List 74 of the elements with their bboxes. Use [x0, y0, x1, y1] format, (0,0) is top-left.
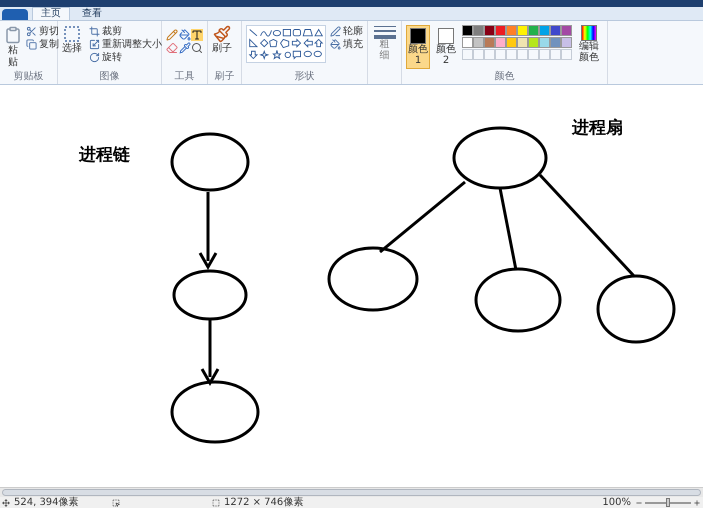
cursor-position: 524, 394像素: [14, 498, 80, 508]
canvas-text: 进程扇: [572, 117, 623, 140]
paint-bucket-icon[interactable]: [178, 29, 191, 41]
scissors-icon: [26, 26, 37, 37]
cut-button[interactable]: 剪切: [26, 25, 59, 38]
crop-button[interactable]: 裁剪: [89, 25, 162, 38]
palette-swatch[interactable]: [506, 37, 518, 48]
paintbrush-icon: [213, 25, 231, 43]
palette-swatch[interactable]: [506, 25, 518, 36]
palette-swatch[interactable]: [528, 25, 540, 36]
color-slot[interactable]: 颜色 2: [434, 25, 458, 69]
copy-button[interactable]: 复制: [26, 38, 59, 51]
pen-icon: [330, 26, 341, 37]
palette-swatch[interactable]: [561, 37, 572, 48]
size-button[interactable]: 粗细: [372, 25, 397, 61]
pipette-icon[interactable]: [178, 42, 191, 54]
select-button[interactable]: 选择: [62, 25, 82, 55]
brushes-button[interactable]: 刷子: [212, 25, 232, 55]
palette-swatch[interactable]: [517, 25, 528, 36]
color-slot[interactable]: 颜色 1: [406, 25, 430, 69]
palette-swatch[interactable]: [484, 37, 496, 48]
group-label: 形状: [294, 71, 316, 84]
resize-icon: [89, 39, 100, 50]
canvas-text: 进程链: [79, 144, 130, 167]
paste-button[interactable]: 粘贴: [4, 25, 22, 69]
palette-swatch[interactable]: [550, 25, 562, 36]
palette-swatch[interactable]: [550, 37, 562, 48]
resize-button[interactable]: 重新调整大小: [89, 38, 162, 51]
palette-swatch[interactable]: [495, 25, 506, 36]
rotate-icon: [89, 52, 100, 63]
rotate-button[interactable]: 旋转: [89, 51, 162, 64]
palette-swatch[interactable]: [462, 25, 473, 36]
canvas-size-icon: [212, 498, 220, 506]
selection-icon: [63, 25, 81, 43]
eraser-icon[interactable]: [166, 42, 178, 54]
outline-button[interactable]: 轮廓: [330, 25, 363, 38]
palette-swatch[interactable]: [484, 25, 496, 36]
cursor-position-icon: [2, 498, 10, 506]
copy-icon: [26, 39, 37, 50]
zoom-in-icon[interactable]: [693, 498, 701, 506]
palette-swatch[interactable]: [517, 37, 528, 48]
canvas-size: 1272 × 746像素: [224, 498, 304, 508]
fill-button[interactable]: 填充: [330, 38, 363, 51]
arrow: [200, 320, 220, 386]
palette-swatch[interactable]: [473, 37, 484, 48]
palette-swatch[interactable]: [561, 25, 572, 36]
palette-swatch[interactable]: [473, 25, 484, 36]
zoom-level: 100%: [602, 498, 631, 508]
ribbon-tab[interactable]: 查看: [74, 7, 110, 20]
horizontal-scrollbar[interactable]: [0, 487, 703, 497]
group-label: 工具: [174, 71, 196, 84]
group-label: 刷子: [214, 71, 236, 84]
crop-icon: [89, 26, 100, 37]
group-label: 图像: [98, 71, 120, 84]
palette-swatch[interactable]: [528, 37, 540, 48]
palette-swatch[interactable]: [462, 37, 473, 48]
shapes-gallery[interactable]: [246, 25, 326, 63]
palette-swatch[interactable]: [539, 25, 550, 36]
text-tool-icon[interactable]: [191, 29, 204, 41]
ribbon-tab[interactable]: 主页: [32, 7, 70, 20]
palette-swatch[interactable]: [495, 37, 506, 48]
magnifier-icon[interactable]: [191, 42, 204, 54]
selection-size-icon: [112, 498, 120, 506]
group-label: 颜色: [494, 71, 516, 84]
edit-colors-button[interactable]: 编辑颜色: [575, 25, 603, 63]
clipboard-icon: [4, 25, 22, 45]
pencil-icon[interactable]: [166, 29, 178, 41]
group-label: 剪贴板: [12, 71, 44, 84]
paint-bucket-icon: [330, 39, 341, 50]
color-spectrum-icon: [581, 25, 598, 41]
palette-swatch[interactable]: [539, 37, 550, 48]
app-menu-button[interactable]: [2, 9, 28, 20]
drawing-canvas[interactable]: 进程链 进程扇: [0, 85, 703, 487]
line-weights-icon: [374, 25, 396, 39]
